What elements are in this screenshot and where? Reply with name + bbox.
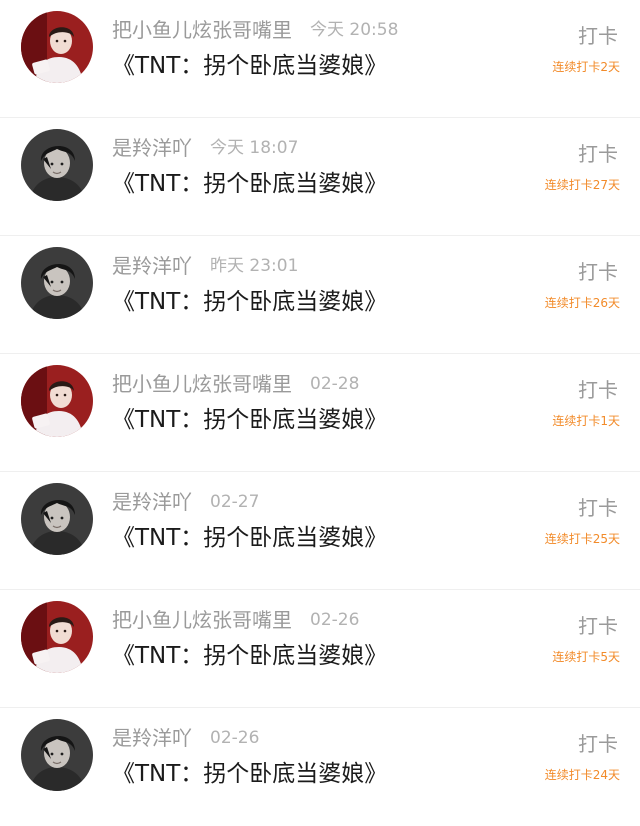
checkin-row[interactable]: 把小鱼儿炫张哥嘴里 02-28 《TNT：拐个卧底当婆娘》 打卡 连续打卡1天 [0,354,640,472]
row-meta: 把小鱼儿炫张哥嘴里 02-26 [112,604,359,636]
username[interactable]: 把小鱼儿炫张哥嘴里 [112,604,292,636]
timestamp: 02-26 [210,728,260,748]
streak-label: 连续打卡26天 [544,296,620,310]
checkin-button[interactable]: 打卡 [578,138,618,170]
checkin-row[interactable]: 把小鱼儿炫张哥嘴里 02-26 《TNT：拐个卧底当婆娘》 打卡 连续打卡5天 [0,590,640,708]
book-title[interactable]: 《TNT：拐个卧底当婆娘》 [112,520,387,556]
timestamp: 02-27 [210,492,260,512]
timestamp: 02-26 [310,610,360,630]
streak-label: 连续打卡1天 [552,414,620,428]
book-title[interactable]: 《TNT：拐个卧底当婆娘》 [112,48,387,84]
checkin-button[interactable]: 打卡 [578,492,618,524]
red-white-avatar-icon [21,365,93,437]
user-avatar[interactable] [21,601,93,673]
username[interactable]: 是羚洋吖 [112,132,192,164]
username[interactable]: 把小鱼儿炫张哥嘴里 [112,14,292,46]
username[interactable]: 是羚洋吖 [112,250,192,282]
streak-label: 连续打卡25天 [544,532,620,546]
book-title[interactable]: 《TNT：拐个卧底当婆娘》 [112,166,387,202]
user-avatar[interactable] [21,365,93,437]
timestamp: 今天 20:58 [310,20,399,40]
row-meta: 是羚洋吖 02-27 [112,486,259,518]
streak-label: 连续打卡2天 [552,60,620,74]
row-meta: 把小鱼儿炫张哥嘴里 02-28 [112,368,359,400]
checkin-button[interactable]: 打卡 [578,256,618,288]
checkin-row[interactable]: 是羚洋吖 02-26 《TNT：拐个卧底当婆娘》 打卡 连续打卡24天 [0,708,640,826]
timestamp: 02-28 [310,374,360,394]
row-meta: 是羚洋吖 昨天 23:01 [112,250,298,282]
checkin-row[interactable]: 是羚洋吖 昨天 23:01 《TNT：拐个卧底当婆娘》 打卡 连续打卡26天 [0,236,640,354]
streak-label: 连续打卡24天 [544,768,620,782]
checkin-button[interactable]: 打卡 [578,374,618,406]
checkin-button[interactable]: 打卡 [578,610,618,642]
red-white-avatar-icon [21,601,93,673]
row-meta: 是羚洋吖 今天 18:07 [112,132,298,164]
book-title[interactable]: 《TNT：拐个卧底当婆娘》 [112,402,387,438]
book-title[interactable]: 《TNT：拐个卧底当婆娘》 [112,284,387,320]
row-meta: 把小鱼儿炫张哥嘴里 今天 20:58 [112,14,398,46]
dark-avatar-icon [21,247,93,319]
user-avatar[interactable] [21,483,93,555]
dark-avatar-icon [21,129,93,201]
checkin-row[interactable]: 是羚洋吖 今天 18:07 《TNT：拐个卧底当婆娘》 打卡 连续打卡27天 [0,118,640,236]
username[interactable]: 是羚洋吖 [112,722,192,754]
checkin-button[interactable]: 打卡 [578,728,618,760]
dark-avatar-icon [21,483,93,555]
checkin-button[interactable]: 打卡 [578,20,618,52]
dark-avatar-icon [21,719,93,791]
user-avatar[interactable] [21,247,93,319]
red-white-avatar-icon [21,11,93,83]
checkin-list: 把小鱼儿炫张哥嘴里 今天 20:58 《TNT：拐个卧底当婆娘》 打卡 连续打卡… [0,0,640,816]
row-meta: 是羚洋吖 02-26 [112,722,259,754]
streak-label: 连续打卡5天 [552,650,620,664]
streak-label: 连续打卡27天 [544,178,620,192]
user-avatar[interactable] [21,11,93,83]
checkin-row[interactable]: 把小鱼儿炫张哥嘴里 今天 20:58 《TNT：拐个卧底当婆娘》 打卡 连续打卡… [0,0,640,118]
book-title[interactable]: 《TNT：拐个卧底当婆娘》 [112,756,387,792]
user-avatar[interactable] [21,719,93,791]
timestamp: 今天 18:07 [210,138,299,158]
username[interactable]: 把小鱼儿炫张哥嘴里 [112,368,292,400]
user-avatar[interactable] [21,129,93,201]
checkin-row[interactable]: 是羚洋吖 02-27 《TNT：拐个卧底当婆娘》 打卡 连续打卡25天 [0,472,640,590]
timestamp: 昨天 23:01 [210,256,299,276]
username[interactable]: 是羚洋吖 [112,486,192,518]
book-title[interactable]: 《TNT：拐个卧底当婆娘》 [112,638,387,674]
